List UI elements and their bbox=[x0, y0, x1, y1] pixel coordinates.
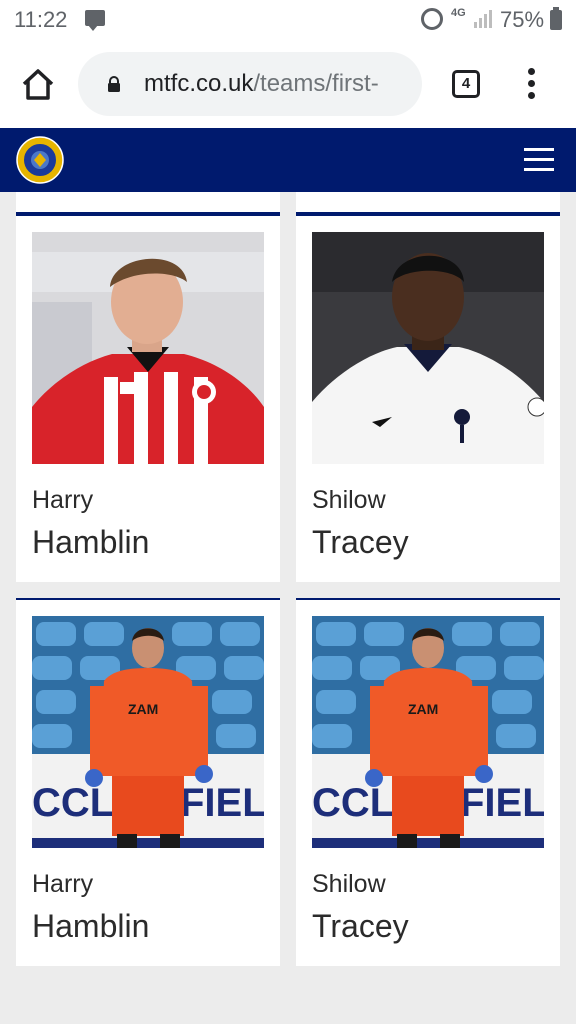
card-edge bbox=[296, 192, 560, 214]
status-bar: 11:22 4G 75% bbox=[0, 0, 576, 40]
player-first-name: Shilow bbox=[312, 870, 386, 898]
svg-text:ZAM: ZAM bbox=[408, 701, 438, 717]
url-text: mtfc.co.uk/teams/first- bbox=[144, 70, 379, 98]
address-bar[interactable]: mtfc.co.uk/teams/first- bbox=[78, 52, 422, 116]
url-host: mtfc.co.uk bbox=[144, 70, 254, 97]
battery-percent: 75% bbox=[500, 7, 545, 32]
card-edge bbox=[16, 192, 280, 214]
browser-toolbar: mtfc.co.uk/teams/first- 4 bbox=[0, 40, 576, 128]
player-card[interactable]: Harry Hamblin bbox=[16, 214, 280, 582]
svg-text:FIEL: FIEL bbox=[460, 781, 544, 825]
player-first-name: Shilow bbox=[312, 486, 386, 514]
status-time: 11:22 bbox=[14, 7, 68, 32]
player-photo: CCL FIEL ZAM bbox=[312, 616, 544, 848]
player-last-name: Tracey bbox=[312, 908, 409, 944]
player-last-name: Hamblin bbox=[32, 524, 150, 560]
player-card[interactable]: CCL FIEL ZAM Harry Hamblin bbox=[16, 598, 280, 966]
message-icon bbox=[85, 10, 105, 31]
player-first-name: Harry bbox=[32, 486, 94, 514]
lock-icon bbox=[108, 76, 120, 92]
player-photo: CCL FIEL ZAM bbox=[32, 616, 264, 848]
player-photo bbox=[312, 232, 544, 464]
hamburger-menu-icon[interactable] bbox=[524, 148, 554, 172]
player-last-name: Hamblin bbox=[32, 908, 150, 944]
player-last-name: Tracey bbox=[312, 524, 409, 560]
player-photo bbox=[32, 232, 264, 464]
svg-text:CCL: CCL bbox=[312, 781, 394, 825]
more-menu-icon[interactable] bbox=[526, 68, 536, 100]
player-grid: Harry Hamblin Shilow Tracey CCL FIEL ZAM… bbox=[0, 192, 576, 1024]
home-icon[interactable] bbox=[20, 66, 56, 102]
url-path: /teams/first- bbox=[253, 70, 379, 97]
player-card[interactable]: Shilow Tracey bbox=[296, 214, 560, 582]
alarm-icon bbox=[421, 8, 443, 30]
club-crest-logo[interactable] bbox=[16, 136, 64, 184]
battery-icon bbox=[550, 7, 562, 30]
svg-text:ZAM: ZAM bbox=[128, 701, 158, 717]
signal-icon bbox=[474, 10, 492, 28]
player-card[interactable]: CCL FIEL ZAM Shilow Tracey bbox=[296, 598, 560, 966]
svg-text:CCL: CCL bbox=[32, 781, 114, 825]
network-type: 4G bbox=[451, 7, 466, 19]
tab-switcher-button[interactable]: 4 bbox=[452, 70, 480, 98]
site-header bbox=[0, 128, 576, 192]
svg-text:FIEL: FIEL bbox=[180, 781, 264, 825]
player-first-name: Harry bbox=[32, 870, 94, 898]
